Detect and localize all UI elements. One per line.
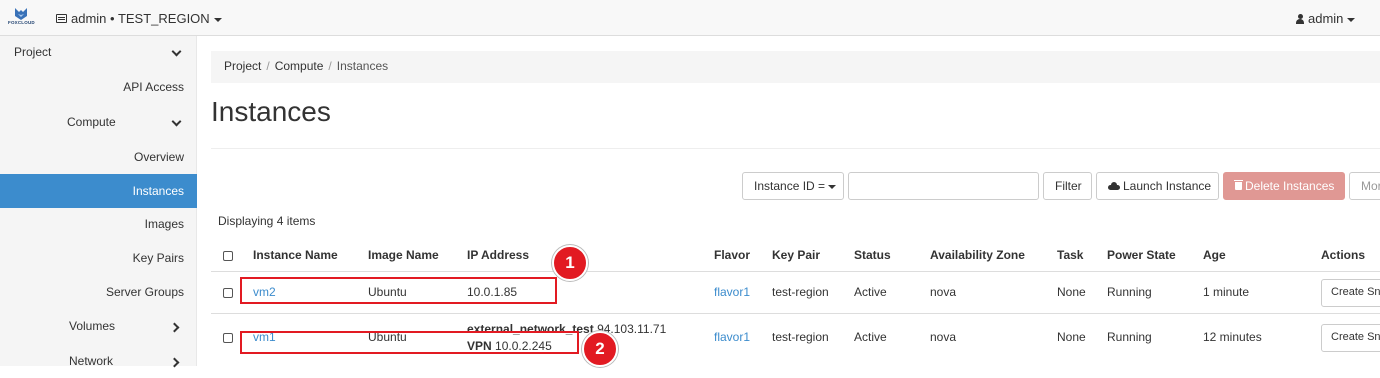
filter-button[interactable]: Filter <box>1043 172 1092 200</box>
sidebar-item-label: Compute <box>67 115 116 129</box>
breadcrumb-compute[interactable]: Compute <box>275 59 324 73</box>
column-header-image-name[interactable]: Image Name <box>368 248 439 262</box>
title-divider <box>211 148 1380 149</box>
task: None <box>1057 330 1086 344</box>
breadcrumb-current: Instances <box>336 59 389 73</box>
annotation-marker-2: 2 <box>582 331 618 367</box>
sidebar-item-label: Key Pairs <box>132 251 184 265</box>
column-header-status[interactable]: Status <box>854 248 891 262</box>
row-divider <box>211 271 1380 272</box>
filter-field-select[interactable]: Instance ID = <box>742 172 844 200</box>
sidebar-item-api-access[interactable]: API Access <box>0 70 197 104</box>
sidebar: Project API Access Compute Overview Inst… <box>0 36 197 368</box>
delete-instances-label: Delete Instances <box>1245 179 1335 193</box>
column-header-ip-address[interactable]: IP Address <box>467 248 529 262</box>
annotation-box-2 <box>240 331 579 354</box>
flavor-link[interactable]: flavor1 <box>714 285 750 299</box>
breadcrumb-project[interactable]: Project <box>224 59 261 73</box>
column-header-actions: Actions <box>1321 248 1366 262</box>
flavor-link[interactable]: flavor1 <box>714 330 750 344</box>
sidebar-item-label: Project <box>14 45 52 59</box>
filter-field-label: Instance ID = <box>754 179 826 193</box>
sidebar-item-overview[interactable]: Overview <box>0 140 197 174</box>
create-snapshot-button[interactable]: Create Sna <box>1321 279 1380 307</box>
items-count: Displaying 4 items <box>218 214 316 228</box>
key-pair: test-region <box>772 330 829 344</box>
key-pair: test-region <box>772 285 829 299</box>
caret-down-icon <box>213 17 222 22</box>
sidebar-item-project[interactable]: Project <box>0 36 197 70</box>
annotation-marker-1: 1 <box>552 245 588 281</box>
age: 1 minute <box>1203 285 1250 299</box>
sidebar-item-compute[interactable]: Compute <box>0 105 197 139</box>
column-header-instance-name[interactable]: Instance Name <box>253 248 338 262</box>
sidebar-item-label: API Access <box>123 80 184 94</box>
breadcrumb: Project / Compute / Instances <box>211 51 1380 83</box>
user-menu[interactable]: admin <box>1296 11 1356 26</box>
annotation-box-1 <box>240 277 557 304</box>
sidebar-item-label: Instances <box>132 184 184 198</box>
more-actions-button[interactable]: Mor <box>1349 172 1380 200</box>
sidebar-item-label: Overview <box>133 150 184 164</box>
age: 12 minutes <box>1203 330 1262 344</box>
column-header-age[interactable]: Age <box>1203 248 1226 262</box>
row-checkbox[interactable] <box>223 288 233 298</box>
chevron-down-icon <box>171 116 182 127</box>
create-snapshot-button[interactable]: Create Sna <box>1321 324 1380 352</box>
sidebar-item-instances[interactable]: Instances <box>0 174 197 208</box>
sidebar-item-network[interactable]: Network <box>0 344 197 378</box>
foxcloud-logo[interactable]: FOXCLOUD <box>8 7 35 31</box>
column-header-flavor[interactable]: Flavor <box>714 248 750 262</box>
caret-down-icon <box>1347 17 1356 22</box>
sidebar-item-label: Volumes <box>69 319 116 333</box>
chevron-down-icon <box>171 46 182 57</box>
status: Active <box>854 285 887 299</box>
column-header-task[interactable]: Task <box>1057 248 1083 262</box>
availability-zone: nova <box>930 330 957 344</box>
chevron-right-icon <box>169 322 180 333</box>
column-header-power-state[interactable]: Power State <box>1107 248 1176 262</box>
availability-zone: nova <box>930 285 957 299</box>
user-name: admin <box>1308 11 1344 26</box>
sidebar-item-label: Images <box>144 217 184 231</box>
caret-down-icon <box>828 184 837 189</box>
fox-logo-icon <box>15 8 27 20</box>
power-state: Running <box>1107 285 1152 299</box>
select-all-checkbox[interactable] <box>223 251 233 261</box>
row-checkbox[interactable] <box>223 333 233 343</box>
logo-text: FOXCLOUD <box>8 20 35 25</box>
project-switcher[interactable]: admin • TEST_REGION <box>56 11 222 26</box>
project-switcher-label: admin • TEST_REGION <box>71 11 210 26</box>
column-header-availability-zone[interactable]: Availability Zone <box>930 248 1025 262</box>
power-state: Running <box>1107 330 1152 344</box>
list-icon <box>56 14 67 23</box>
filter-input[interactable] <box>848 172 1039 200</box>
sidebar-item-key-pairs[interactable]: Key Pairs <box>0 241 197 275</box>
cloud-upload-icon <box>1108 182 1120 190</box>
user-icon <box>1296 14 1304 24</box>
sidebar-item-volumes[interactable]: Volumes <box>0 309 197 343</box>
task: None <box>1057 285 1086 299</box>
sidebar-item-images[interactable]: Images <box>0 207 197 241</box>
sidebar-item-server-groups[interactable]: Server Groups <box>0 275 197 309</box>
top-navbar: FOXCLOUD admin • TEST_REGION admin <box>0 0 1380 36</box>
launch-instance-label: Launch Instance <box>1123 179 1212 193</box>
launch-instance-button[interactable]: Launch Instance <box>1096 172 1219 200</box>
trash-icon <box>1234 180 1243 190</box>
status: Active <box>854 330 887 344</box>
page-title: Instances <box>211 96 331 127</box>
sidebar-item-label: Server Groups <box>105 285 184 299</box>
column-header-key-pair[interactable]: Key Pair <box>772 248 820 262</box>
row-divider <box>211 313 1380 314</box>
delete-instances-button[interactable]: Delete Instances <box>1223 172 1345 200</box>
